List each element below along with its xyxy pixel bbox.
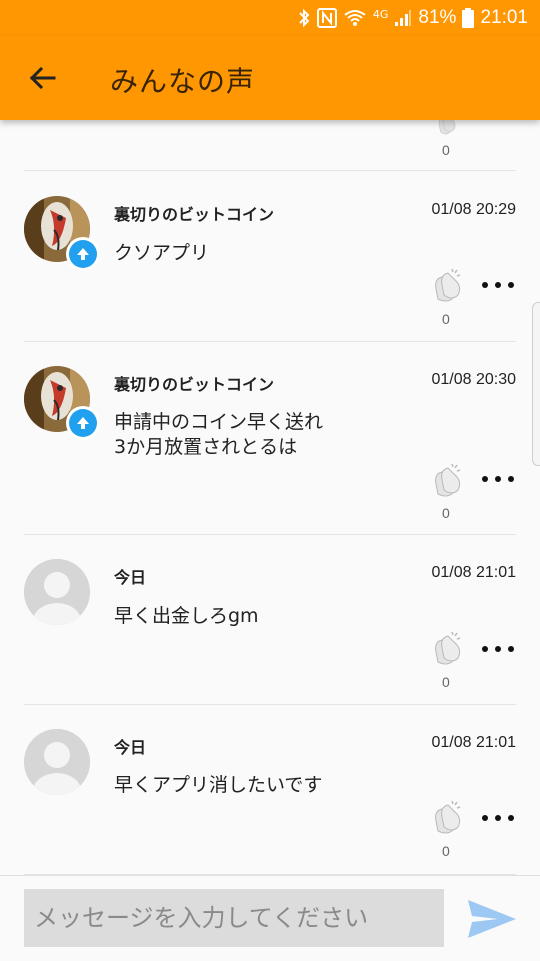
scroll-handle[interactable] — [532, 302, 540, 466]
message-item: 裏切りのビットコイン 01/08 20:29 クソアプリ 0 — [0, 171, 540, 341]
arrow-left-icon — [29, 66, 56, 90]
avatar-default[interactable] — [24, 729, 90, 795]
page-title: みんなの声 — [110, 65, 256, 98]
clap-count: 0 — [442, 311, 450, 327]
wifi-icon — [343, 9, 367, 27]
message-list[interactable]: 0 裏切りのビットコイン 01/08 20:29 クソアプリ 0 裏切りのビット… — [0, 120, 540, 875]
more-options-button[interactable] — [482, 472, 514, 486]
clap-icon[interactable] — [428, 630, 464, 670]
battery-percent: 81% — [418, 7, 457, 28]
clap-count: 0 — [442, 505, 450, 521]
message-composer — [0, 875, 540, 961]
nfc-icon — [316, 8, 337, 28]
status-bar: 4G 81% 21:01 — [0, 0, 540, 36]
clock: 21:01 — [480, 7, 528, 28]
message-text: クソアプリ — [114, 242, 210, 264]
message-input[interactable] — [24, 889, 444, 947]
message-text-line2: 3か月放置されとるは — [114, 436, 298, 458]
message-text: 早く出金しろgm — [114, 605, 259, 627]
user-name: 今日 — [114, 738, 147, 757]
clap-icon[interactable] — [428, 462, 464, 502]
user-name: 裏切りのビットコイン — [114, 375, 275, 394]
app-bar: みんなの声 — [0, 36, 540, 120]
message-text: 早くアプリ消したいです — [114, 774, 323, 796]
user-name: 今日 — [114, 568, 147, 587]
upload-icon — [77, 417, 89, 429]
avatar-default[interactable] — [24, 559, 90, 625]
upload-badge — [66, 237, 100, 271]
clap-icon[interactable] — [428, 267, 464, 307]
clap-icon[interactable] — [428, 799, 464, 839]
send-button[interactable] — [466, 898, 518, 940]
bluetooth-icon — [297, 8, 311, 28]
battery-icon — [462, 8, 475, 28]
network-type-label: 4G — [372, 7, 389, 21]
more-options-button[interactable] — [482, 642, 514, 656]
upload-icon — [77, 248, 89, 260]
user-name: 裏切りのビットコイン — [114, 205, 275, 224]
message-item: 裏切りのビットコイン 01/08 20:30 申請中のコイン早く送れ 3か月放置… — [0, 342, 540, 534]
upload-badge — [66, 406, 100, 440]
more-options-button[interactable] — [482, 811, 514, 825]
message-item: 今日 01/08 21:01 早くアプリ消したいです 0 — [0, 705, 540, 875]
signal-icon — [394, 9, 412, 27]
timestamp: 01/08 20:30 — [431, 371, 516, 388]
back-button[interactable] — [22, 58, 62, 98]
message-text-line1: 申請中のコイン早く送れ — [114, 411, 324, 433]
clap-count: 0 — [442, 674, 450, 690]
clap-icon[interactable] — [428, 120, 464, 140]
message-item: 今日 01/08 21:01 早く出金しろgm 0 — [0, 535, 540, 705]
more-options-button[interactable] — [482, 278, 514, 292]
timestamp: 01/08 21:01 — [431, 734, 516, 751]
timestamp: 01/08 21:01 — [431, 564, 516, 581]
send-icon — [468, 900, 516, 938]
clap-count: 0 — [442, 843, 450, 859]
timestamp: 01/08 20:29 — [431, 201, 516, 218]
clap-count: 0 — [442, 142, 450, 158]
